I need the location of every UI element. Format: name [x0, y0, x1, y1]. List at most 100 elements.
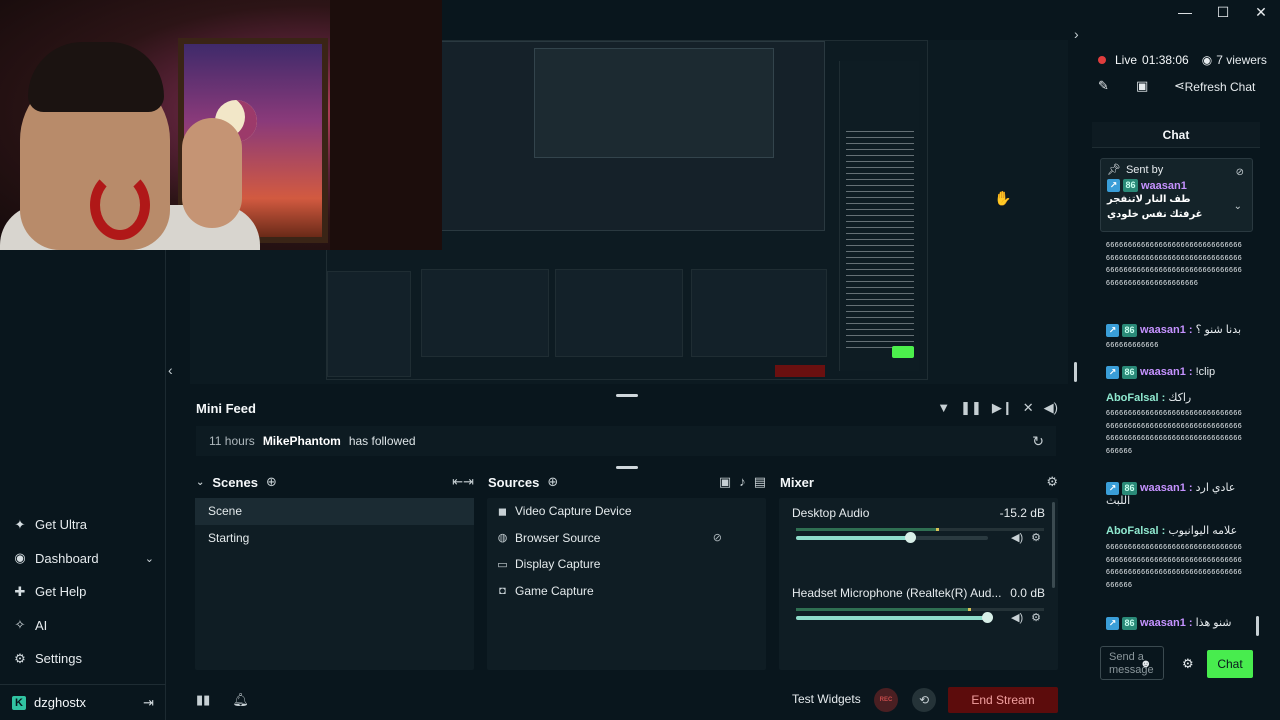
- hidden-eye-icon[interactable]: ⊘: [713, 531, 722, 544]
- repeat-alert-icon[interactable]: ↻: [1032, 433, 1044, 450]
- selective-recording-icon[interactable]: ▣: [719, 474, 731, 490]
- volume-meter: [796, 528, 1044, 531]
- chat-text: شنو هذا: [1195, 617, 1232, 629]
- webcam-overlay: [0, 0, 442, 250]
- performance-chart-icon[interactable]: ▮▮: [196, 692, 210, 708]
- emoji-icon[interactable]: ☻: [1140, 658, 1152, 670]
- source-item[interactable]: ▭ Display Capture: [487, 551, 766, 578]
- sidebar-item-dashboard[interactable]: ◉ Dashboard ⌄: [0, 542, 166, 576]
- speaker-icon[interactable]: ◀): [1011, 531, 1023, 544]
- volume-meter: [796, 608, 1044, 611]
- chat-user[interactable]: ↗ 86 waasan1:: [1106, 617, 1193, 630]
- chat-text: !clip: [1195, 366, 1216, 378]
- scene-item[interactable]: Scene: [195, 498, 474, 525]
- meter-fill: [796, 528, 936, 531]
- chat-username: waasan1: [1140, 366, 1186, 378]
- edit-pencil-icon[interactable]: ✎: [1098, 78, 1109, 94]
- volume-fill: [796, 536, 912, 540]
- volume-icon[interactable]: ◀): [1044, 400, 1058, 416]
- minimize-icon[interactable]: —: [1166, 0, 1204, 24]
- chat-settings-gear-icon[interactable]: ⚙: [1182, 656, 1194, 672]
- mini-feed-title: Mini Feed: [196, 401, 256, 416]
- chat-user[interactable]: ↗ 86 waasan1:: [1106, 366, 1193, 379]
- mixer-settings-icon[interactable]: ⚙: [1046, 474, 1058, 490]
- filter-icon[interactable]: ▼: [937, 400, 950, 416]
- add-folder-icon[interactable]: ▤: [754, 474, 766, 490]
- skip-icon[interactable]: ▶❙: [992, 400, 1013, 416]
- chat-user[interactable]: AboFalsal:: [1106, 525, 1165, 538]
- chat-text: بدنا شنو ؟: [1195, 324, 1242, 336]
- camera-icon[interactable]: ▣: [1136, 78, 1148, 94]
- logout-icon[interactable]: ⇥: [143, 695, 154, 711]
- gear-icon[interactable]: ⚙: [1031, 531, 1041, 544]
- nested-chat: [839, 61, 919, 371]
- speaker-icon[interactable]: ◀): [1011, 611, 1023, 624]
- chat-username: AboFalsal: [1106, 525, 1159, 537]
- nested-sources-panel: [555, 269, 683, 357]
- chat-text: علامه اليوانيوب: [1168, 525, 1238, 537]
- scenes-list: Scene Starting: [195, 498, 474, 670]
- volume-knob[interactable]: [905, 532, 917, 543]
- volume-slider[interactable]: [796, 612, 993, 623]
- gear-icon[interactable]: ⚙: [1031, 611, 1041, 624]
- chevron-down-icon[interactable]: ⌄: [145, 552, 154, 565]
- refresh-chat-button[interactable]: Refresh Chat: [1182, 78, 1258, 96]
- source-item[interactable]: ◼ Video Capture Device: [487, 498, 766, 525]
- close-icon[interactable]: ✕: [1242, 0, 1280, 24]
- collapse-right-icon[interactable]: ›: [1074, 26, 1079, 42]
- notifications-bell-icon[interactable]: 🔔︎: [232, 692, 249, 708]
- scene-transitions-icon[interactable]: ⇤⇥: [452, 474, 474, 490]
- meter-fill: [796, 608, 968, 611]
- scene-item[interactable]: Starting: [195, 525, 474, 552]
- nested-end-stream: [775, 365, 825, 377]
- chat-user[interactable]: AboFalsal:: [1106, 392, 1165, 405]
- collapse-left-icon[interactable]: ‹: [168, 362, 173, 378]
- preview-scroll-handle[interactable]: [1074, 362, 1077, 382]
- chat-message-input[interactable]: Send a message: [1100, 646, 1164, 680]
- nested-screen: [441, 41, 825, 231]
- chat-user[interactable]: ↗ 86 waasan1:: [1106, 482, 1193, 495]
- test-widgets-button[interactable]: Test Widgets: [792, 692, 861, 706]
- chat-scrollbar[interactable]: [1256, 616, 1259, 636]
- add-scene-icon[interactable]: ⊕: [266, 474, 277, 490]
- source-item[interactable]: ◍ Browser Source ⊘: [487, 525, 766, 552]
- pin-icon: 📌︎: [1107, 164, 1121, 176]
- chat-message: 666666666666: [1106, 342, 1159, 349]
- webcam-person-hand: [182, 118, 242, 228]
- volume-knob[interactable]: [982, 612, 993, 623]
- hide-eye-icon[interactable]: ⊘: [1236, 167, 1244, 178]
- badge-icon: ↗: [1106, 617, 1119, 630]
- source-item[interactable]: ◘ Game Capture: [487, 578, 766, 605]
- mixer-scrollbar[interactable]: [1052, 502, 1055, 588]
- mic-icon[interactable]: ♪: [739, 474, 746, 490]
- maximize-icon[interactable]: ☐: [1204, 0, 1242, 24]
- volume-slider[interactable]: [796, 532, 988, 543]
- collapse-chevron-icon[interactable]: ⌄: [196, 477, 204, 488]
- eye-icon: ◉: [1201, 53, 1213, 67]
- chat-send-button[interactable]: Chat: [1207, 650, 1253, 678]
- pinned-header: 📌︎ Sent by: [1107, 163, 1246, 177]
- bottom-bar: ▮▮ 🔔︎ Test Widgets REC ⟲ End Stream: [166, 680, 1072, 720]
- sidebar-item-settings[interactable]: ⚙ Settings: [0, 642, 166, 676]
- chat-username: AboFalsal: [1106, 392, 1159, 404]
- pause-icon[interactable]: ❚❚: [960, 400, 982, 416]
- replay-buffer-icon[interactable]: ⟲: [912, 688, 936, 712]
- sidebar-item-get-ultra[interactable]: ✦ Get Ultra: [0, 508, 166, 542]
- channel-name: Headset Microphone (Realtek(R) Aud...: [792, 586, 1002, 600]
- subscriber-badge-icon: 86: [1123, 179, 1138, 192]
- end-stream-button[interactable]: End Stream: [948, 687, 1058, 713]
- record-button[interactable]: REC: [874, 688, 898, 712]
- sidebar-user[interactable]: K dzghostx ⇥: [0, 685, 166, 720]
- chevron-down-icon[interactable]: ⌄: [1234, 201, 1242, 212]
- sidebar-item-get-help[interactable]: ✚ Get Help: [0, 575, 166, 609]
- webcam-headphones: [90, 170, 150, 240]
- mute-alerts-icon[interactable]: ✕: [1023, 400, 1034, 416]
- chat-text: راكك: [1168, 392, 1192, 404]
- add-source-icon[interactable]: ⊕: [547, 474, 558, 490]
- pinned-username: waasan1: [1141, 179, 1187, 192]
- gamepad-icon: ◘: [499, 584, 506, 597]
- sidebar-item-ai[interactable]: ✧ AI: [0, 609, 166, 643]
- chat-user[interactable]: ↗ 86 waasan1:: [1106, 324, 1193, 337]
- channel-db: 0.0 dB: [1010, 586, 1045, 600]
- badge-icon: ↗: [1106, 366, 1119, 379]
